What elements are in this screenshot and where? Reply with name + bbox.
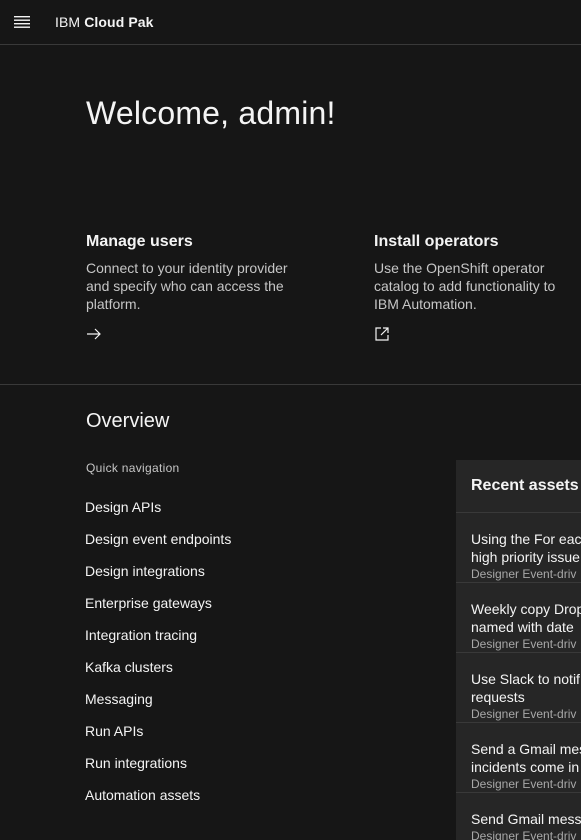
- install-operators-title: Install operators: [374, 233, 499, 250]
- recent-asset-item[interactable]: Send Gmail mess Designer Event-driv: [456, 793, 581, 840]
- asset-name-line: Using the For eac: [471, 531, 581, 547]
- asset-name-line: high priority issue: [471, 549, 580, 565]
- brand-name[interactable]: IBM Cloud Pak: [55, 14, 154, 30]
- manage-users-title: Manage users: [86, 233, 193, 250]
- asset-type: Designer Event-driv: [471, 777, 577, 791]
- arrow-right-icon[interactable]: [86, 326, 102, 342]
- quick-nav-enterprise-gateways[interactable]: Enterprise gateways: [85, 594, 231, 626]
- manage-users-card[interactable]: Manage users Connect to your identity pr…: [86, 233, 296, 347]
- recent-assets-title: Recent assets: [456, 460, 581, 513]
- top-header: IBM Cloud Pak: [0, 0, 581, 45]
- brand-prefix: IBM: [55, 14, 81, 30]
- quick-nav-run-integrations[interactable]: Run integrations: [85, 754, 231, 786]
- asset-name-line: Weekly copy Drop: [471, 601, 581, 617]
- install-operators-description: Use the OpenShift operator catalog to ad…: [374, 260, 556, 312]
- welcome-heading: Welcome, admin!: [86, 95, 336, 131]
- asset-type: Designer Event-driv: [471, 567, 577, 581]
- recent-asset-item[interactable]: Weekly copy Drop named with date Designe…: [456, 583, 581, 653]
- quick-nav-integration-tracing[interactable]: Integration tracing: [85, 626, 231, 658]
- quick-navigation-list: Design APIs Design event endpoints Desig…: [85, 498, 231, 818]
- asset-type: Designer Event-driv: [471, 707, 577, 721]
- quick-nav-messaging[interactable]: Messaging: [85, 690, 231, 722]
- quick-nav-design-integrations[interactable]: Design integrations: [85, 562, 231, 594]
- asset-type: Designer Event-driv: [471, 637, 577, 651]
- quick-nav-kafka-clusters[interactable]: Kafka clusters: [85, 658, 231, 690]
- asset-type: Designer Event-driv: [471, 829, 577, 840]
- asset-name-line: named with date: [471, 619, 574, 635]
- recent-assets-panel: Recent assets Using the For eac high pri…: [456, 460, 581, 840]
- overview-heading: Overview: [86, 410, 170, 432]
- quick-nav-design-apis[interactable]: Design APIs: [85, 498, 231, 530]
- asset-name-line: requests: [471, 689, 525, 705]
- recent-asset-item[interactable]: Using the For eac high priority issue De…: [456, 513, 581, 583]
- asset-name-line: incidents come in: [471, 759, 580, 775]
- recent-asset-item[interactable]: Use Slack to notif requests Designer Eve…: [456, 653, 581, 723]
- asset-name-line: Send Gmail mess: [471, 811, 581, 827]
- asset-name-line: Use Slack to notif: [471, 671, 580, 687]
- quick-nav-run-apis[interactable]: Run APIs: [85, 722, 231, 754]
- recent-asset-item[interactable]: Send a Gmail mes incidents come in Desig…: [456, 723, 581, 793]
- quick-navigation-label: Quick navigation: [86, 461, 180, 475]
- brand-product: Cloud Pak: [84, 14, 154, 30]
- quick-nav-automation-assets[interactable]: Automation assets: [85, 786, 231, 818]
- asset-name-line: Send a Gmail mes: [471, 741, 581, 757]
- section-divider: [0, 384, 581, 385]
- hamburger-menu-icon[interactable]: [0, 0, 44, 44]
- quick-nav-design-event-endpoints[interactable]: Design event endpoints: [85, 530, 231, 562]
- manage-users-description: Connect to your identity provider and sp…: [86, 260, 288, 312]
- launch-icon[interactable]: [374, 326, 390, 342]
- install-operators-card[interactable]: Install operators Use the OpenShift oper…: [374, 233, 574, 347]
